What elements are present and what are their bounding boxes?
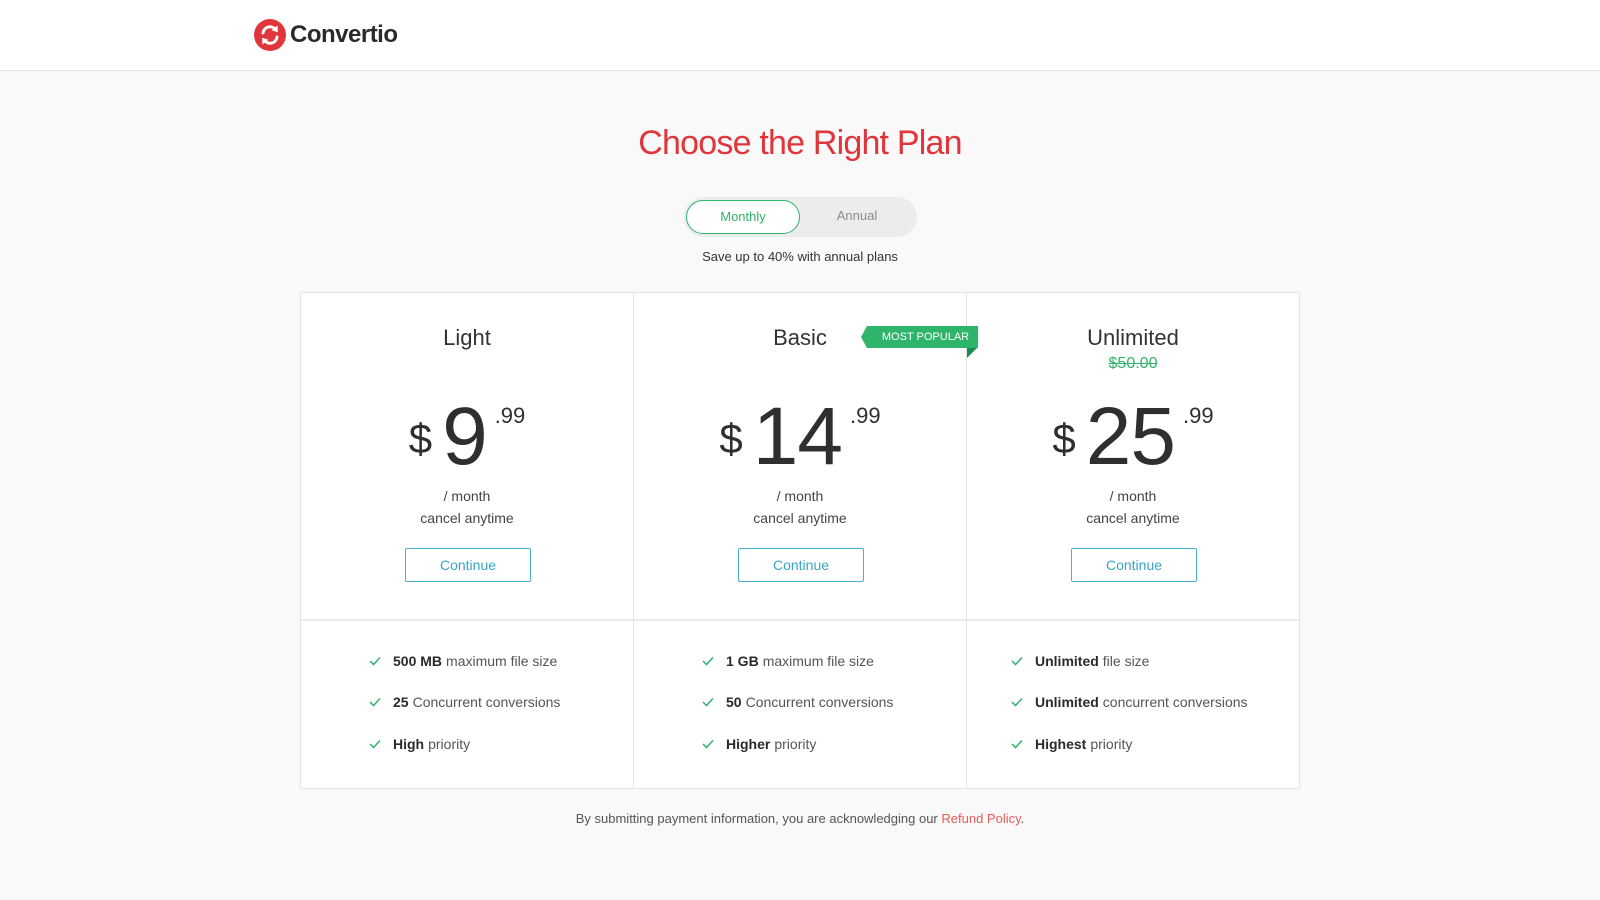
price-cents: .99 bbox=[1182, 403, 1214, 428]
price-cents: .99 bbox=[849, 403, 881, 428]
check-icon bbox=[369, 697, 381, 707]
feature-value: Unlimited bbox=[1035, 694, 1099, 710]
plan-features-light: 500 MB maximum file size 25 Concurrent c… bbox=[301, 623, 633, 788]
price-period: / month cancel anytime bbox=[301, 485, 633, 529]
continue-button-unlimited[interactable]: Continue bbox=[1071, 548, 1197, 582]
price-currency: $ bbox=[719, 415, 743, 462]
annual-savings-note: Save up to 40% with annual plans bbox=[702, 249, 898, 264]
continue-button-basic[interactable]: Continue bbox=[738, 548, 864, 582]
feature-label: file size bbox=[1102, 653, 1150, 669]
price-period-unit: / month bbox=[443, 488, 491, 504]
check-icon bbox=[1011, 739, 1023, 749]
feature-label: maximum file size bbox=[762, 653, 874, 669]
feature-item: Unlimited file size bbox=[1011, 653, 1149, 669]
old-price: $50.00 bbox=[1108, 355, 1158, 372]
logo-text: Convertio bbox=[290, 21, 398, 48]
feature-value: 1 GB bbox=[726, 653, 759, 669]
feature-label: priority bbox=[428, 736, 471, 752]
price-period-unit: / month bbox=[776, 488, 824, 504]
check-icon bbox=[1011, 656, 1023, 666]
annual-toggle-option[interactable]: Annual bbox=[800, 200, 914, 234]
payment-disclaimer: By submitting payment information, you a… bbox=[0, 811, 1600, 826]
price-amount: 25 bbox=[1085, 391, 1176, 482]
price-currency: $ bbox=[408, 415, 433, 462]
convertio-logo-icon bbox=[254, 19, 286, 51]
price-cents: .99 bbox=[494, 403, 526, 428]
most-popular-badge: MOST POPULAR bbox=[861, 326, 978, 348]
feature-item: 25 Concurrent conversions bbox=[369, 694, 560, 710]
price-period: / month cancel anytime bbox=[634, 485, 966, 529]
feature-value: Unlimited bbox=[1035, 653, 1099, 669]
plan-features-unlimited: Unlimited file size Unlimited concurrent… bbox=[967, 623, 1299, 788]
feature-value: Higher bbox=[726, 736, 771, 752]
plan-card-unlimited: Unlimited $50.00 $ 25 .99 / month cancel… bbox=[967, 293, 1299, 621]
feature-value: 50 bbox=[726, 694, 742, 710]
feature-value: High bbox=[393, 736, 425, 752]
feature-item: High priority bbox=[369, 736, 470, 752]
feature-value: 500 MB bbox=[393, 653, 443, 669]
cancel-anytime-label: cancel anytime bbox=[420, 510, 514, 526]
cancel-anytime-label: cancel anytime bbox=[1086, 510, 1180, 526]
continue-button-light[interactable]: Continue bbox=[405, 548, 531, 582]
check-icon bbox=[1011, 697, 1023, 707]
price-amount: 14 bbox=[752, 391, 843, 482]
plan-name: Light bbox=[443, 325, 491, 350]
plan-name: Unlimited bbox=[1087, 325, 1179, 350]
price-period-unit: / month bbox=[1109, 488, 1157, 504]
feature-item: 50 Concurrent conversions bbox=[702, 694, 893, 710]
check-icon bbox=[369, 656, 381, 666]
badge-fold bbox=[967, 348, 977, 358]
feature-label: maximum file size bbox=[446, 653, 558, 669]
convertio-logo[interactable]: Convertio bbox=[254, 19, 398, 51]
cancel-anytime-label: cancel anytime bbox=[753, 510, 847, 526]
feature-item: Unlimited concurrent conversions bbox=[1011, 694, 1248, 710]
billing-toggle[interactable]: Monthly Annual bbox=[684, 197, 917, 237]
refund-policy-link[interactable]: Refund Policy bbox=[941, 811, 1020, 826]
check-icon bbox=[369, 739, 381, 749]
check-icon bbox=[702, 656, 714, 666]
plan-price: $ 14 .99 bbox=[634, 393, 966, 481]
feature-value: Highest bbox=[1035, 736, 1087, 752]
plan-price: $ 25 .99 bbox=[967, 393, 1299, 481]
feature-value: 25 bbox=[393, 694, 409, 710]
feature-label: Concurrent conversions bbox=[412, 694, 561, 710]
top-header: Convertio bbox=[0, 0, 1600, 71]
plans-table: Light $ 9 .99 / month cancel anytime Con… bbox=[300, 292, 1300, 789]
check-icon bbox=[702, 697, 714, 707]
price-amount: 9 bbox=[442, 391, 488, 482]
price-period: / month cancel anytime bbox=[967, 485, 1299, 529]
feature-label: Concurrent conversions bbox=[745, 694, 894, 710]
feature-label: priority bbox=[1090, 736, 1133, 752]
feature-item: 1 GB maximum file size bbox=[702, 653, 874, 669]
price-currency: $ bbox=[1052, 415, 1076, 462]
feature-item: Highest priority bbox=[1011, 736, 1132, 752]
feature-label: concurrent conversions bbox=[1102, 694, 1248, 710]
plan-card-light: Light $ 9 .99 / month cancel anytime Con… bbox=[301, 293, 633, 621]
monthly-toggle-option[interactable]: Monthly bbox=[686, 200, 800, 234]
feature-item: Higher priority bbox=[702, 736, 816, 752]
page-title: Choose the Right Plan bbox=[638, 124, 962, 162]
check-icon bbox=[702, 739, 714, 749]
plan-price: $ 9 .99 bbox=[301, 393, 633, 481]
feature-label: priority bbox=[774, 736, 817, 752]
disclaimer-end: . bbox=[1020, 811, 1025, 826]
disclaimer-text: By submitting payment information, you a… bbox=[575, 811, 938, 826]
plan-features-basic: 1 GB maximum file size 50 Concurrent con… bbox=[634, 623, 966, 788]
feature-item: 500 MB maximum file size bbox=[369, 653, 557, 669]
